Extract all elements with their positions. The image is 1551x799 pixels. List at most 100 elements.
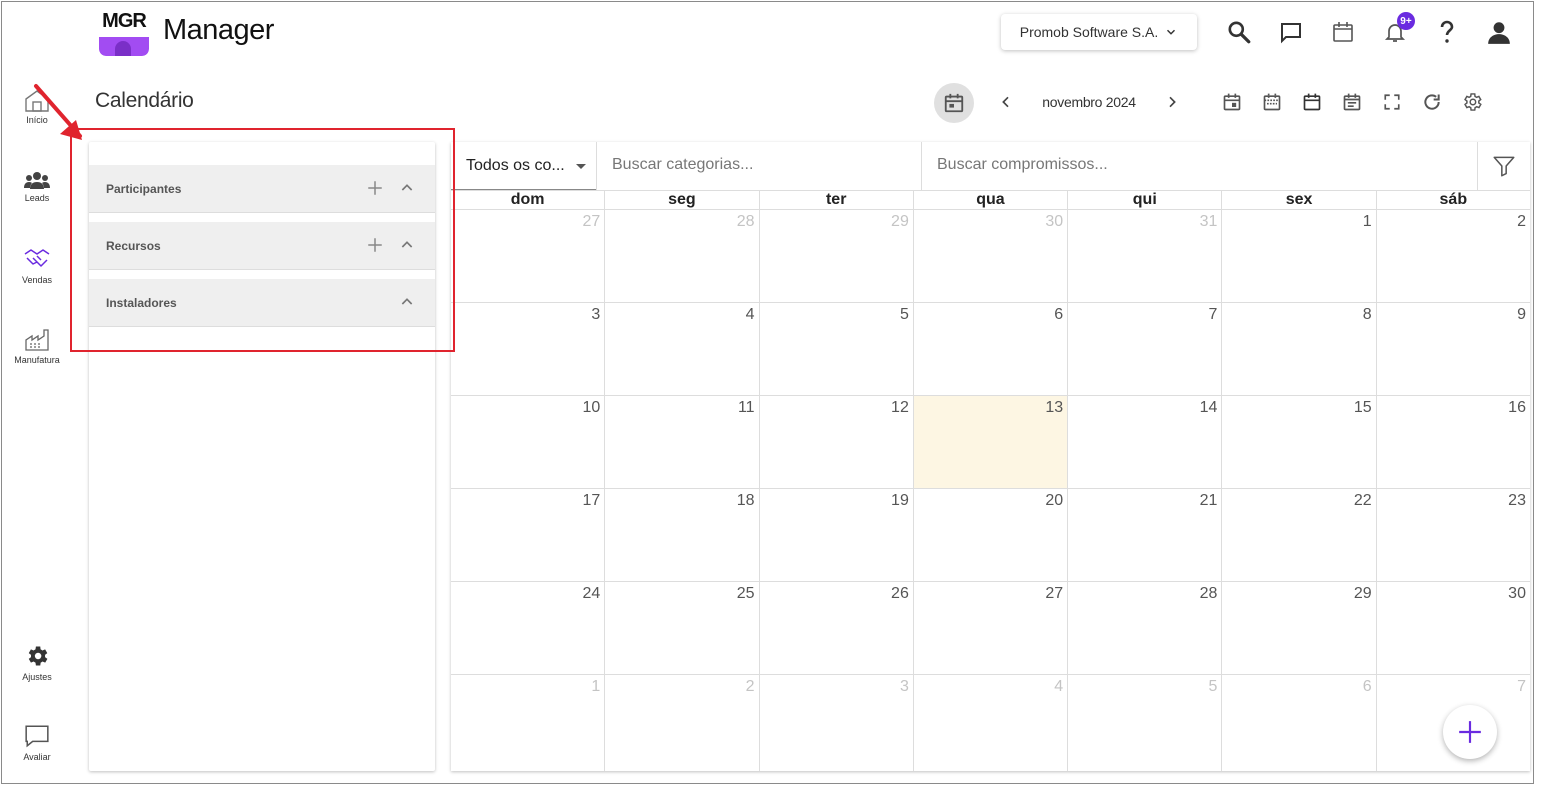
filter-button[interactable] [1477,142,1530,190]
day-number: 7 [1208,306,1218,323]
day-number: 12 [891,399,909,416]
help-button[interactable] [1431,16,1463,48]
calendar-day[interactable]: 30 [1377,582,1530,674]
calendar-day-outside-month[interactable]: 6 [1222,675,1377,771]
chevron-down-icon [1167,29,1176,35]
calendar-day[interactable]: 19 [760,489,914,581]
day-view-button[interactable] [1220,90,1244,114]
calendar-month-icon [1303,93,1321,111]
calendar-day-outside-month[interactable]: 29 [760,210,914,302]
calendar-day-outside-month[interactable]: 3 [760,675,914,771]
appointment-search-input[interactable] [922,142,1477,188]
category-search-field [596,142,921,190]
search-button[interactable] [1223,16,1255,48]
logo-shape-accent [115,41,131,56]
month-view-button[interactable] [1300,90,1324,114]
notifications-button[interactable]: 9+ [1379,12,1415,48]
previous-month-button[interactable] [994,90,1018,114]
calendar-day[interactable]: 17 [451,489,606,581]
weekday-label: seg [605,190,760,209]
day-number: 4 [745,306,755,323]
calendar-day-outside-month[interactable]: 4 [914,675,1069,771]
agenda-view-button[interactable] [1340,90,1364,114]
calendar-day-outside-month[interactable]: 31 [1068,210,1223,302]
calendar-day-outside-month[interactable]: 1 [451,675,606,771]
calendar-day[interactable]: 12 [760,396,914,488]
calendar-day[interactable]: 29 [1222,582,1377,674]
calendar-day[interactable]: 15 [1222,396,1377,488]
calendar-day[interactable]: 27 [914,582,1069,674]
weekday-label: ter [760,190,914,209]
calendar-day[interactable]: 11 [605,396,760,488]
fullscreen-button[interactable] [1380,90,1404,114]
day-number: 22 [1353,492,1372,509]
day-number: 31 [1199,213,1218,230]
calendar-week-row: 10 11 12 13 14 15 16 [451,396,1530,489]
calendar-day[interactable]: 13 [913,396,1069,488]
calendar-day[interactable]: 26 [760,582,914,674]
category-select[interactable]: Todos os co... [451,142,596,190]
calendar-day-outside-month[interactable]: 27 [451,210,606,302]
calendar-day[interactable]: 23 [1377,489,1530,581]
weekday-label: sex [1222,190,1377,209]
next-month-button[interactable] [1160,90,1184,114]
calendar-today-icon [944,93,964,113]
plus-icon [1459,721,1481,743]
calendar-day[interactable]: 25 [605,582,760,674]
calendar-day[interactable]: 20 [914,489,1069,581]
refresh-button[interactable] [1420,90,1444,114]
calendar-day[interactable]: 10 [451,396,606,488]
rail-item-leads[interactable]: Leads [6,170,68,203]
category-search-input[interactable] [597,142,921,188]
calendar-day[interactable]: 24 [451,582,606,674]
week-view-button[interactable] [1260,90,1284,114]
app-logo[interactable]: MGR [99,7,149,56]
handshake-icon [24,249,50,267]
calendar-day[interactable]: 5 [760,303,914,395]
day-number: 18 [736,492,755,509]
day-number: 3 [899,678,909,695]
calendar-day[interactable]: 22 [1222,489,1377,581]
weekday-label: qui [1068,190,1223,209]
calendar-day[interactable]: 7 [1068,303,1223,395]
calendar-settings-button[interactable] [1460,90,1484,114]
calendar-filter-bar: Todos os co... [451,142,1530,191]
day-number: 28 [736,213,755,230]
day-number: 20 [1045,492,1064,509]
calendar-day[interactable]: 28 [1068,582,1223,674]
company-selector[interactable]: Promob Software S.A. [1001,14,1197,50]
day-number: 30 [1508,585,1526,602]
calendar-day[interactable]: 4 [605,303,760,395]
calendar-day[interactable]: 3 [451,303,606,395]
calendar-day[interactable]: 2 [1377,210,1530,302]
rail-item-avaliar[interactable]: Avaliar [6,723,68,762]
calendar-day[interactable]: 21 [1068,489,1223,581]
calendar-day[interactable]: 8 [1222,303,1377,395]
chat-button[interactable] [1275,16,1307,48]
calendar-day[interactable]: 1 [1222,210,1377,302]
calendar-header-button[interactable] [1327,16,1359,48]
rail-label: Vendas [21,275,53,285]
calendar-day[interactable]: 9 [1377,303,1530,395]
chevron-left-icon [1002,96,1009,108]
calendar-day-outside-month[interactable]: 2 [605,675,760,771]
day-number: 6 [1054,306,1064,323]
rail-item-ajustes[interactable]: Ajustes [6,643,68,682]
calendar-day[interactable]: 6 [914,303,1069,395]
day-number: 5 [1208,678,1218,695]
settings-icon [1464,93,1482,111]
user-account-button[interactable] [1483,16,1515,48]
day-number: 24 [582,585,601,602]
add-appointment-button[interactable] [1443,705,1497,759]
calendar-day-outside-month[interactable]: 28 [605,210,760,302]
rail-item-manufatura[interactable]: Manufatura [6,328,68,365]
calendar-day-outside-month[interactable]: 30 [914,210,1069,302]
today-button[interactable] [934,83,974,123]
calendar-day-outside-month[interactable]: 5 [1068,675,1223,771]
calendar-day[interactable]: 16 [1377,396,1530,488]
rail-item-vendas[interactable]: Vendas [6,246,68,285]
calendar-day[interactable]: 18 [605,489,760,581]
month-calendar: Todos os co... domsegterquaquisexsáb 272… [451,142,1530,771]
gear-icon [28,646,48,666]
calendar-day[interactable]: 14 [1068,396,1223,488]
